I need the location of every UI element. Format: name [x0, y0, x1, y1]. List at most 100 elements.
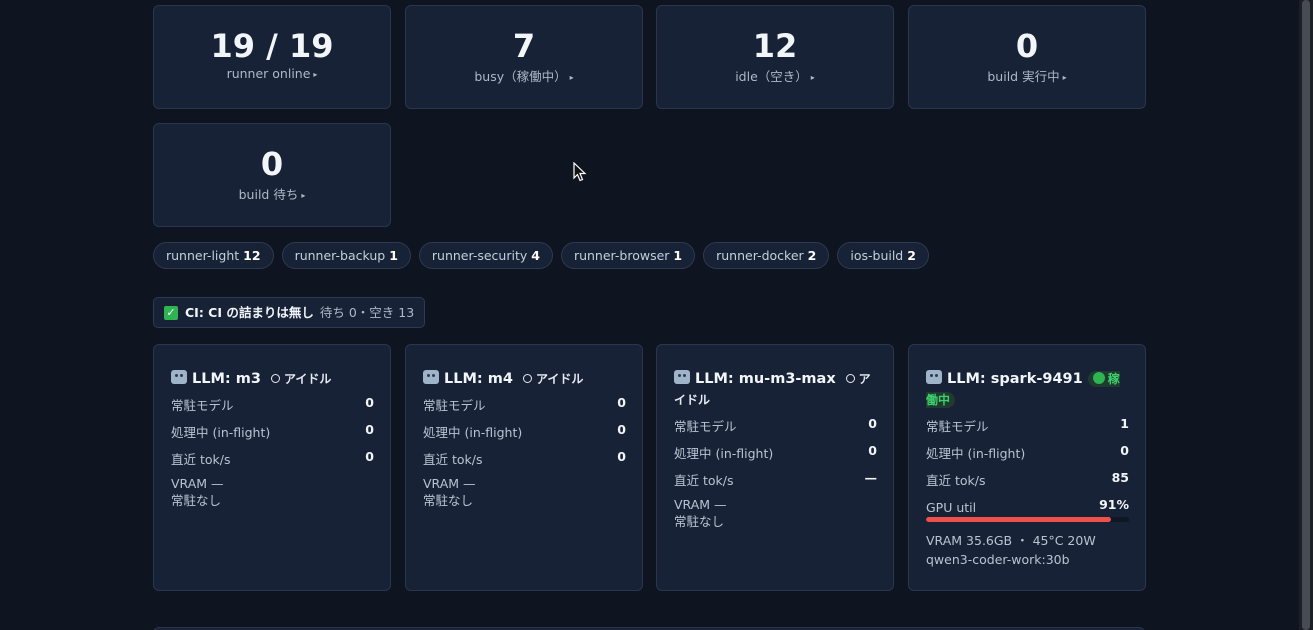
- check-icon: ✓: [164, 305, 178, 320]
- status-badge: アイドル: [522, 372, 584, 386]
- metric-label: 常駐モデル: [423, 398, 486, 413]
- chip-ios-build[interactable]: ios-build 2: [837, 242, 929, 269]
- stat-label: idle（空き） ▸: [657, 66, 893, 85]
- llm-card-m4: LLM: m4 アイドル 常駐モデル 0 処理中 (in-flight) 0 直近 t…: [405, 344, 643, 591]
- metric-label: 直近 tok/s: [674, 473, 734, 488]
- metric-value: 0: [1120, 443, 1129, 458]
- metric-label: 直近 tok/s: [926, 473, 986, 488]
- stat-value: 0: [260, 145, 284, 183]
- stat-label: runner online ▸: [154, 66, 390, 81]
- metric-toks: 直近 tok/s —: [674, 467, 877, 494]
- metric-value: 1: [1120, 416, 1129, 431]
- chip-runner-light[interactable]: runner-light 12: [153, 242, 274, 269]
- stat-label: busy（稼働中） ▸: [406, 66, 642, 85]
- robot-icon: [674, 370, 690, 384]
- llm-card-header: LLM: mu-m3-max アイドル: [674, 369, 877, 411]
- stat-label-text: build 待ち: [238, 187, 299, 202]
- green-dot-icon: [1092, 372, 1105, 384]
- caret-right-icon: ▸: [810, 73, 815, 82]
- stat-build-running[interactable]: 0 build 実行中 ▸: [908, 5, 1146, 109]
- status-text: アイドル: [535, 372, 584, 386]
- stat-value: 19 / 19: [210, 27, 334, 65]
- metric-resident: 常駐モデル 0: [423, 392, 626, 419]
- scrollbar[interactable]: [1299, 0, 1313, 630]
- caret-right-icon: ▸: [1062, 73, 1067, 82]
- stat-value: 12: [752, 27, 798, 65]
- circle-icon: [845, 374, 855, 383]
- llm-card-header: LLM: m4 アイドル: [423, 369, 626, 390]
- chip-count: 1: [389, 248, 398, 263]
- llm-card-header: LLM: m3 アイドル: [171, 369, 374, 390]
- resident-model: 常駐なし: [171, 493, 222, 508]
- metric-value: —: [864, 470, 878, 485]
- metric-value: 0: [617, 395, 626, 410]
- llm-name: LLM: m3: [192, 371, 261, 387]
- vram-info: VRAM 35.6GB ・ 45°C 20W: [926, 533, 1096, 548]
- ci-status-badge: ✓ CI: CI の詰まりは無し 待ち 0・空き 13: [153, 297, 426, 328]
- gpu-util-bar-fill: [926, 517, 1111, 522]
- ci-detail: 待ち 0・空き 13: [319, 305, 415, 320]
- metric-resident: 常駐モデル 1: [926, 413, 1129, 440]
- chip-count: 12: [243, 248, 261, 263]
- metric-label: 処理中 (in-flight): [674, 446, 774, 461]
- metric-toks: 直近 tok/s 85: [926, 467, 1129, 494]
- gpu-util-bar: [926, 517, 1129, 522]
- chip-runner-backup[interactable]: runner-backup 1: [281, 242, 411, 269]
- chip-label: runner-light: [166, 248, 240, 263]
- robot-icon: [926, 370, 942, 384]
- chip-count: 2: [807, 248, 817, 263]
- llm-card-spark-9491: LLM: spark-9491 稼働中 常駐モデル 1 処理中 (in-fligh…: [908, 344, 1146, 591]
- metric-value: 0: [868, 443, 877, 458]
- metric-resident: 常駐モデル 0: [674, 413, 877, 440]
- metric-value: 0: [365, 395, 374, 410]
- metric-label: 直近 tok/s: [171, 452, 231, 467]
- llm-name: LLM: spark-9491: [947, 371, 1083, 387]
- stat-idle[interactable]: 12 idle（空き） ▸: [656, 5, 894, 109]
- stat-runner-online[interactable]: 19 / 19 runner online ▸: [153, 5, 391, 109]
- stat-label: build 実行中 ▸: [909, 66, 1145, 85]
- metric-value: 0: [868, 416, 877, 431]
- stat-value: 7: [512, 27, 536, 65]
- stat-value: 0: [1015, 27, 1039, 65]
- chip-runner-browser[interactable]: runner-browser 1: [560, 242, 696, 269]
- metric-resident: 常駐モデル 0: [171, 392, 374, 419]
- metric-value: 0: [617, 422, 626, 437]
- caret-right-icon: ▸: [301, 191, 306, 200]
- chip-label: runner-security: [431, 248, 528, 263]
- chip-runner-docker[interactable]: runner-docker 2: [703, 242, 830, 269]
- llm-name: LLM: m4: [444, 371, 513, 387]
- llm-card-m3: LLM: m3 アイドル 常駐モデル 0 処理中 (in-flight) 0 直近 t…: [153, 344, 391, 591]
- chip-runner-security[interactable]: runner-security 4: [418, 242, 553, 269]
- stat-label-text: runner online: [226, 66, 311, 81]
- stat-busy[interactable]: 7 busy（稼働中） ▸: [405, 5, 643, 109]
- metric-label: 処理中 (in-flight): [423, 425, 523, 440]
- metric-value: 85: [1111, 470, 1129, 485]
- chip-label: runner-backup: [294, 248, 386, 263]
- stat-label-text: build 実行中: [987, 69, 1060, 84]
- metric-gpu-util: GPU util 91%: [926, 494, 1129, 516]
- status-badge: アイドル: [270, 372, 332, 386]
- robot-icon: [423, 370, 439, 384]
- resident-model: 常駐なし: [423, 493, 474, 508]
- stat-build-waiting[interactable]: 0 build 待ち ▸: [153, 123, 391, 227]
- metric-toks: 直近 tok/s 0: [423, 446, 626, 473]
- stat-label-text: idle（空き）: [735, 69, 808, 84]
- metric-value: 0: [617, 449, 626, 464]
- runner-dashboard: 19 / 19 runner online ▸ 7 busy（稼働中） ▸ 12 i…: [0, 0, 1313, 630]
- ci-title: CI: CI の詰まりは無し: [185, 305, 314, 320]
- circle-icon: [270, 374, 280, 383]
- chip-count: 2: [907, 248, 916, 263]
- vram-info: VRAM —: [423, 476, 476, 491]
- caret-right-icon: ▸: [313, 70, 318, 79]
- metric-value: 91%: [1099, 497, 1129, 512]
- mouse-cursor-icon: [573, 162, 587, 182]
- metric-label: 処理中 (in-flight): [171, 425, 271, 440]
- runner-label-chips: runner-light 12 runner-backup 1 runner-sec…: [153, 242, 929, 269]
- status-text: アイドル: [283, 372, 332, 386]
- metric-toks: 直近 tok/s 0: [171, 446, 374, 473]
- metric-label: 常駐モデル: [674, 419, 737, 434]
- stat-label-text: busy（稼働中）: [474, 69, 567, 84]
- metric-value: 0: [365, 422, 374, 437]
- chip-label: runner-docker: [716, 248, 804, 263]
- scrollbar-thumb[interactable]: [1302, 0, 1310, 630]
